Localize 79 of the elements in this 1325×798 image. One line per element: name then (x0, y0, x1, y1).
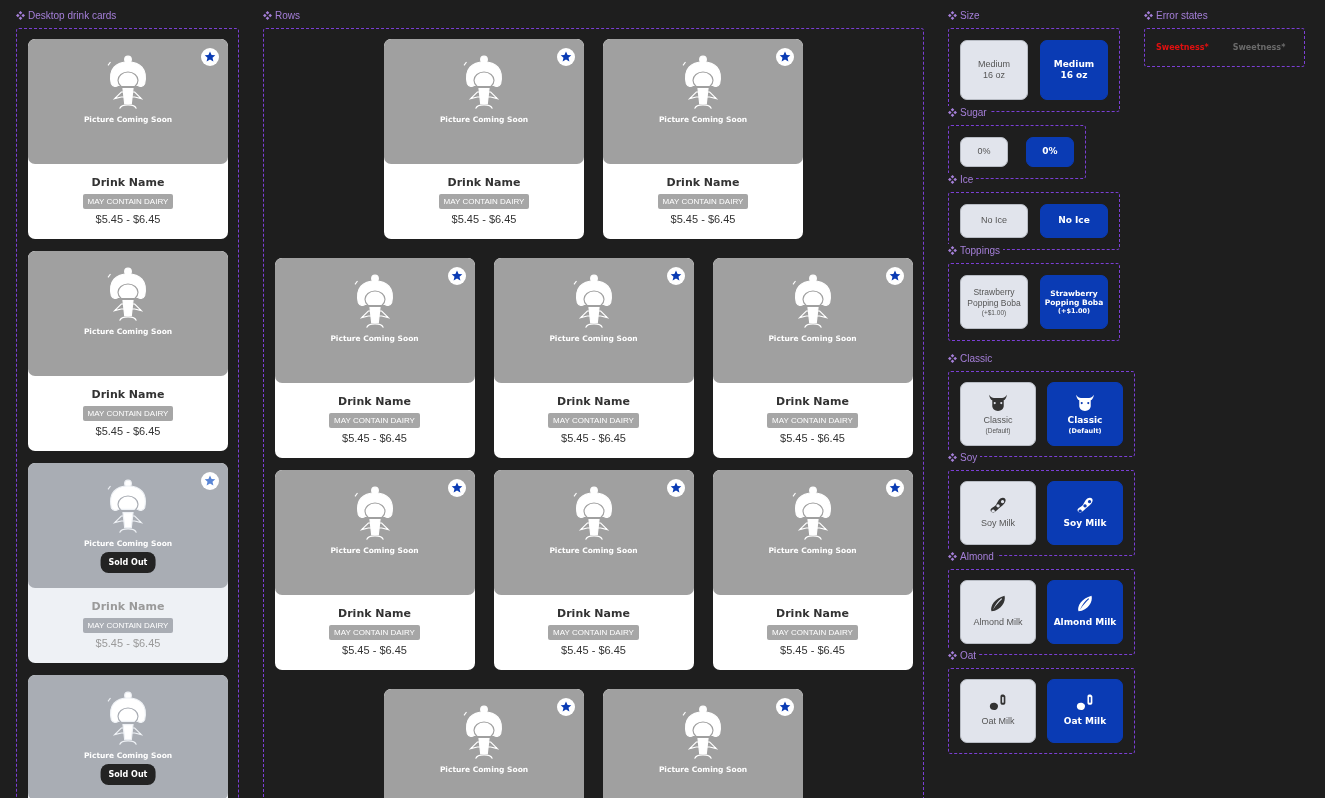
drink-name: Drink Name (91, 600, 165, 613)
price-range: $5.45 - $6.45 (451, 213, 517, 225)
milk-option-button[interactable]: Almond Milk (960, 580, 1036, 644)
option-button[interactable]: Medium 16 oz (1040, 40, 1108, 100)
allergen-tag: MAY CONTAIN DAIRY (329, 413, 420, 428)
section-title: Ice (960, 174, 974, 185)
drink-name: Drink Name (447, 176, 521, 189)
allergen-tag: MAY CONTAIN DAIRY (82, 618, 174, 633)
price-range: $5.45 - $6.45 (561, 432, 626, 444)
section-title: Soy (960, 452, 978, 463)
almond-icon (988, 595, 1008, 614)
option-button[interactable]: 0% (1026, 137, 1074, 167)
almond-icon (1075, 595, 1095, 614)
milk-option-button[interactable]: Soy Milk (960, 481, 1036, 545)
bean-pod-icon (1075, 496, 1095, 515)
price-range: $5.45 - $6.45 (95, 637, 161, 649)
allergen-tag: MAY CONTAIN DAIRY (548, 413, 639, 428)
section-title: Oat (960, 650, 977, 661)
price-range: $5.45 - $6.45 (780, 644, 845, 656)
drink-name: Drink Name (776, 607, 849, 620)
price-range: $5.45 - $6.45 (561, 644, 626, 656)
section-title: Size (960, 10, 980, 21)
component-icon (948, 175, 957, 184)
allergen-tag: MAY CONTAIN DAIRY (767, 625, 858, 640)
drink-name: Drink Name (557, 607, 630, 620)
allergen-tag: MAY CONTAIN DAIRY (657, 194, 749, 209)
drink-name: Drink Name (91, 388, 165, 401)
price-range: $5.45 - $6.45 (342, 644, 407, 656)
section-title: Sugar (960, 107, 987, 118)
section-title: Desktop drink cards (28, 10, 117, 21)
milk-option-button[interactable]: Oat Milk (960, 679, 1036, 743)
milk-option-button[interactable]: Soy Milk (1047, 481, 1123, 545)
section-title: Rows (275, 10, 300, 21)
bean-pod-icon (988, 496, 1008, 515)
price-range: $5.45 - $6.45 (342, 432, 407, 444)
oat-grain-icon (988, 694, 1008, 713)
allergen-tag: MAY CONTAIN DAIRY (548, 625, 639, 640)
allergen-tag: MAY CONTAIN DAIRY (438, 194, 530, 209)
component-icon (948, 552, 957, 561)
option-button[interactable]: No Ice (1040, 204, 1108, 238)
component-icon (948, 453, 957, 462)
price-range: $5.45 - $6.45 (95, 213, 161, 225)
sold-out-badge: Sold Out (100, 764, 156, 785)
component-icon (16, 11, 25, 20)
component-icon (948, 354, 957, 363)
allergen-tag: MAY CONTAIN DAIRY (767, 413, 858, 428)
component-icon (948, 246, 957, 255)
section-title: Classic (960, 353, 993, 364)
milk-option-button[interactable]: Almond Milk (1047, 580, 1123, 644)
price-range: $5.45 - $6.45 (780, 432, 845, 444)
allergen-tag: MAY CONTAIN DAIRY (82, 194, 174, 209)
option-button[interactable]: Medium 16 oz (960, 40, 1028, 100)
component-icon (948, 11, 957, 20)
drink-name: Drink Name (557, 395, 630, 408)
drink-name: Drink Name (776, 395, 849, 408)
cow-icon (1075, 393, 1095, 412)
cow-icon (988, 393, 1008, 412)
drink-name: Drink Name (338, 395, 411, 408)
field-label: Sweetness* (1232, 43, 1286, 52)
section-title: Almond (960, 551, 994, 562)
component-icon (1144, 11, 1153, 20)
price-range: $5.45 - $6.45 (670, 213, 736, 225)
drink-name: Drink Name (338, 607, 411, 620)
component-icon (263, 11, 272, 20)
component-icon (948, 108, 957, 117)
field-label: Sweetness* (1156, 43, 1209, 52)
option-button[interactable]: 0% (960, 137, 1008, 167)
allergen-tag: MAY CONTAIN DAIRY (82, 406, 174, 421)
drink-name: Drink Name (91, 176, 165, 189)
drink-name: Drink Name (666, 176, 740, 189)
component-icon (948, 651, 957, 660)
sold-out-badge: Sold Out (100, 552, 156, 573)
allergen-tag: MAY CONTAIN DAIRY (329, 625, 420, 640)
section-title: Error states (1156, 10, 1208, 21)
section-title: Toppings (960, 245, 1001, 256)
option-button[interactable]: No Ice (960, 204, 1028, 238)
price-range: $5.45 - $6.45 (95, 425, 161, 437)
milk-option-button[interactable]: Oat Milk (1047, 679, 1123, 743)
oat-grain-icon (1075, 694, 1095, 713)
